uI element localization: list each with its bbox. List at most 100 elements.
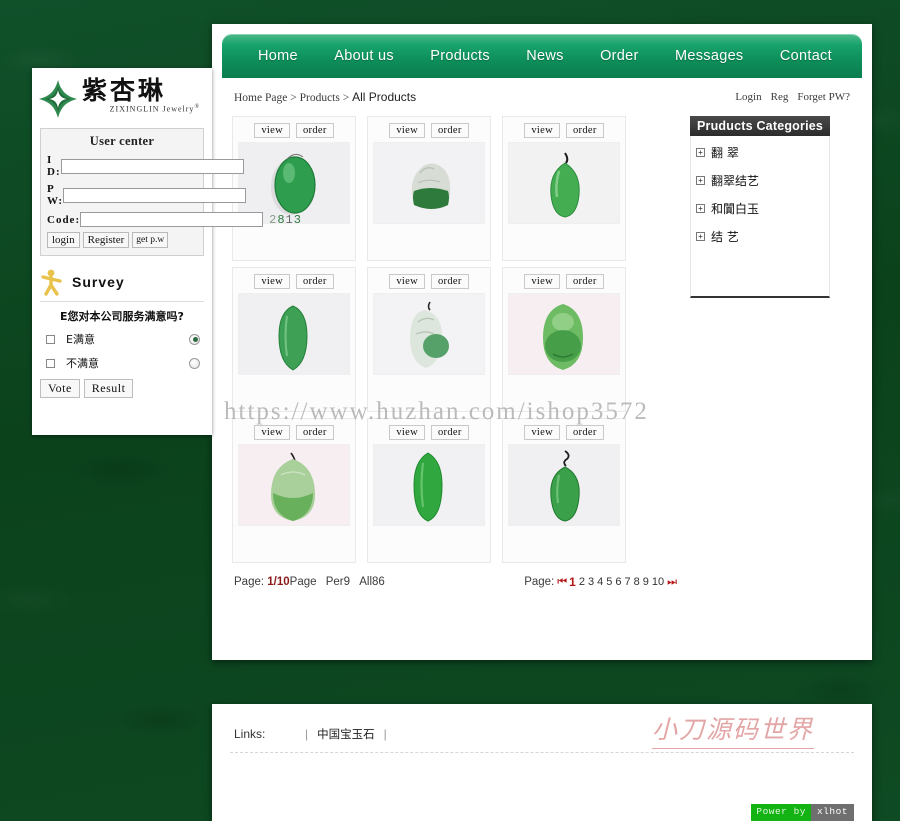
product-order-button[interactable]: order [565, 274, 604, 289]
product-order-button[interactable]: order [295, 123, 334, 138]
page-number-6[interactable]: 6 [615, 576, 621, 588]
category-item-feicui-jieyi[interactable]: + 翻翠结艺 [696, 172, 829, 189]
product-card[interactable]: view order [367, 267, 491, 412]
captcha-input[interactable] [80, 212, 264, 227]
product-card[interactable]: view order [502, 418, 626, 563]
product-image[interactable] [373, 293, 485, 375]
survey-panel: Survey E您对本公司服务满意吗? E满意 不满意 Vote Result [32, 266, 212, 398]
product-card[interactable]: view order [232, 418, 356, 563]
product-view-button[interactable]: view [254, 123, 290, 138]
product-image[interactable] [508, 142, 620, 224]
login-button[interactable]: login [47, 232, 80, 248]
page-number-9[interactable]: 9 [643, 576, 649, 588]
auth-link-forget-pw[interactable]: Forget PW? [797, 91, 850, 103]
expand-icon[interactable]: + [696, 148, 705, 157]
page-number-10[interactable]: 10 [652, 576, 664, 588]
product-card[interactable]: view order [502, 267, 626, 412]
product-view-button[interactable]: view [254, 274, 290, 289]
page-number-5[interactable]: 5 [606, 576, 612, 588]
page-number-2[interactable]: 2 [579, 576, 585, 588]
product-order-button[interactable]: order [565, 425, 604, 440]
product-row: view order view order view order [232, 418, 680, 563]
footer-links-label: Links: [234, 727, 266, 741]
product-image[interactable] [238, 444, 350, 526]
survey-option-1[interactable]: E满意 [40, 331, 204, 347]
category-item-feicui[interactable]: + 翻 翠 [696, 144, 829, 161]
nav-item-news[interactable]: News [526, 48, 563, 64]
nav-item-products[interactable]: Products [430, 48, 490, 64]
powered-by-badge[interactable]: Power by xlhot [751, 804, 854, 821]
page-number-7[interactable]: 7 [624, 576, 630, 588]
survey-title: Survey [72, 274, 125, 290]
product-card[interactable]: view order [502, 116, 626, 261]
product-view-button[interactable]: view [524, 425, 560, 440]
page-number-8[interactable]: 8 [634, 576, 640, 588]
survey-question: E您对本公司服务满意吗? [60, 310, 184, 323]
product-image[interactable] [238, 293, 350, 375]
id-input[interactable] [60, 158, 244, 174]
nav-item-contact[interactable]: Contact [780, 48, 832, 64]
vote-button[interactable]: Vote [40, 379, 80, 398]
product-view-button[interactable]: view [389, 425, 425, 440]
product-image[interactable] [373, 142, 485, 224]
product-order-button[interactable]: order [565, 123, 604, 138]
person-icon [40, 268, 66, 296]
site-logo[interactable]: 紫杏琳 ZIXINGLIN Jewelry® [32, 68, 212, 124]
survey-checkbox-1[interactable] [46, 334, 55, 344]
category-item-hetian-baiyu[interactable]: + 和闐白玉 [696, 200, 829, 217]
product-card[interactable]: view order [367, 418, 491, 563]
nav-item-messages[interactable]: Messages [675, 48, 744, 64]
auth-link-reg[interactable]: Reg [771, 91, 789, 103]
product-image[interactable] [373, 444, 485, 526]
product-order-button[interactable]: order [430, 123, 469, 138]
product-card[interactable]: view order [232, 116, 356, 261]
product-actions: view order [373, 274, 485, 289]
pagination: Page: 1/10Page Per9 All86 Page: ⏮ 1 2 3 … [232, 569, 680, 589]
nav-item-about-us[interactable]: About us [334, 48, 394, 64]
product-order-button[interactable]: order [295, 274, 334, 289]
powered-by-name: xlhot [810, 804, 854, 821]
get-password-button[interactable]: get p.w [132, 232, 169, 248]
product-view-button[interactable]: view [389, 123, 425, 138]
nav-item-order[interactable]: Order [600, 48, 639, 64]
survey-radio-2[interactable] [189, 357, 200, 369]
product-view-button[interactable]: view [524, 274, 560, 289]
page-number-3[interactable]: 3 [588, 576, 594, 588]
product-view-button[interactable]: view [389, 274, 425, 289]
breadcrumb-sep-1: > [290, 92, 297, 104]
survey-radio-1[interactable] [189, 333, 200, 345]
pagination-label-right: Page: [524, 576, 555, 588]
nav-item-home[interactable]: Home [258, 48, 298, 64]
product-order-button[interactable]: order [295, 425, 334, 440]
breadcrumb: Home Page > Products > All Products [234, 90, 416, 104]
id-row: I D: [47, 154, 244, 178]
auth-link-login[interactable]: Login [735, 91, 761, 103]
product-view-button[interactable]: view [524, 123, 560, 138]
survey-option-2[interactable]: 不满意 [40, 355, 204, 371]
product-image[interactable] [508, 293, 620, 375]
result-button[interactable]: Result [83, 379, 134, 398]
product-actions: view order [373, 425, 485, 440]
password-input[interactable] [63, 187, 247, 203]
id-label: I D: [47, 154, 61, 178]
expand-icon[interactable]: + [696, 176, 705, 185]
breadcrumb-level2[interactable]: Products [300, 92, 340, 104]
product-card[interactable]: view order [232, 267, 356, 412]
expand-icon[interactable]: + [696, 204, 705, 213]
survey-checkbox-2[interactable] [46, 358, 55, 368]
breadcrumb-root[interactable]: Home Page [234, 92, 287, 104]
first-page-icon[interactable]: ⏮ [557, 576, 567, 589]
category-item-jieyi[interactable]: + 结 艺 [696, 228, 829, 245]
page-number-1[interactable]: 1 [569, 575, 576, 589]
product-order-button[interactable]: order [430, 274, 469, 289]
expand-icon[interactable]: + [696, 232, 705, 241]
register-button[interactable]: Register [82, 232, 130, 248]
product-image[interactable] [508, 444, 620, 526]
page-number-4[interactable]: 4 [597, 576, 603, 588]
product-actions: view order [238, 274, 350, 289]
product-view-button[interactable]: view [254, 425, 290, 440]
product-order-button[interactable]: order [430, 425, 469, 440]
footer-link-text[interactable]: 中国宝玉石 [317, 726, 375, 742]
last-page-icon[interactable]: ⏭ [667, 576, 677, 589]
product-card[interactable]: view order [367, 116, 491, 261]
